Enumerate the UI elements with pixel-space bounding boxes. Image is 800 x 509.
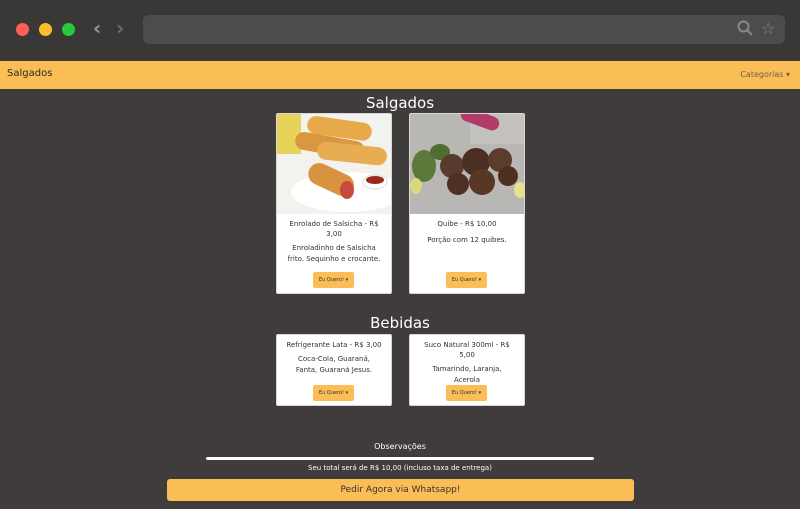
close-window-button[interactable] <box>16 23 29 36</box>
observations-label: Observações <box>374 442 426 451</box>
product-title: Suco Natural 300ml - R$ 5,00 <box>424 341 510 359</box>
product-description: Porção com 12 quibes. <box>427 236 507 244</box>
product-card: Suco Natural 300ml - R$ 5,00 Tamarindo, … <box>409 334 525 406</box>
navbar: Salgados Categorias ▾ <box>0 61 800 89</box>
product-title: Enrolado de Salsicha - R$ 3,00 <box>289 220 379 238</box>
minimize-window-button[interactable] <box>39 23 52 36</box>
order-whatsapp-button[interactable]: Pedir Agora via Whatsapp! <box>167 479 634 501</box>
categories-dropdown[interactable]: Categorias ▾ <box>740 70 790 79</box>
back-arrow-icon[interactable]: ‹ <box>93 18 101 38</box>
address-bar[interactable]: ☆ <box>143 15 785 44</box>
product-card: Quibe - R$ 10,00 Porção com 12 quibes. E… <box>409 113 525 294</box>
search-icon[interactable] <box>737 20 753 40</box>
observations-input[interactable] <box>206 457 594 460</box>
product-description: Coca-Cola, Guaraná, Fanta, Guaraná Jesus… <box>295 355 373 374</box>
product-title: Refrigerante Lata - R$ 3,00 <box>286 341 382 349</box>
section-title-bebidas: Bebidas <box>370 314 430 332</box>
want-button[interactable]: Eu Quero! ▾ <box>446 272 487 288</box>
product-image-quibe <box>410 114 524 214</box>
section-title-salgados: Salgados <box>365 94 435 112</box>
product-card: Enrolado de Salsicha - R$ 3,00 Enroladin… <box>276 113 392 294</box>
product-image-enrolado <box>277 114 391 214</box>
want-button[interactable]: Eu Quero! ▾ <box>313 272 354 288</box>
star-icon[interactable]: ☆ <box>761 20 775 38</box>
order-total: Seu total será de R$ 10,00 (incluso taxa… <box>308 464 492 472</box>
product-card: Refrigerante Lata - R$ 3,00 Coca-Cola, G… <box>276 334 392 406</box>
maximize-window-button[interactable] <box>62 23 75 36</box>
browser-chrome: ‹ › ☆ <box>0 0 800 60</box>
forward-arrow-icon[interactable]: › <box>116 18 124 38</box>
want-button[interactable]: Eu Quero! ▾ <box>446 385 487 401</box>
product-title: Quibe - R$ 10,00 <box>437 220 497 228</box>
product-description: Tamarindo, Laranja, Acerola <box>432 365 502 384</box>
navbar-brand[interactable]: Salgados <box>7 68 52 79</box>
want-button[interactable]: Eu Quero! ▾ <box>313 385 354 401</box>
product-description: Enroladinho de Salsicha frito. Sequinho … <box>287 244 381 263</box>
